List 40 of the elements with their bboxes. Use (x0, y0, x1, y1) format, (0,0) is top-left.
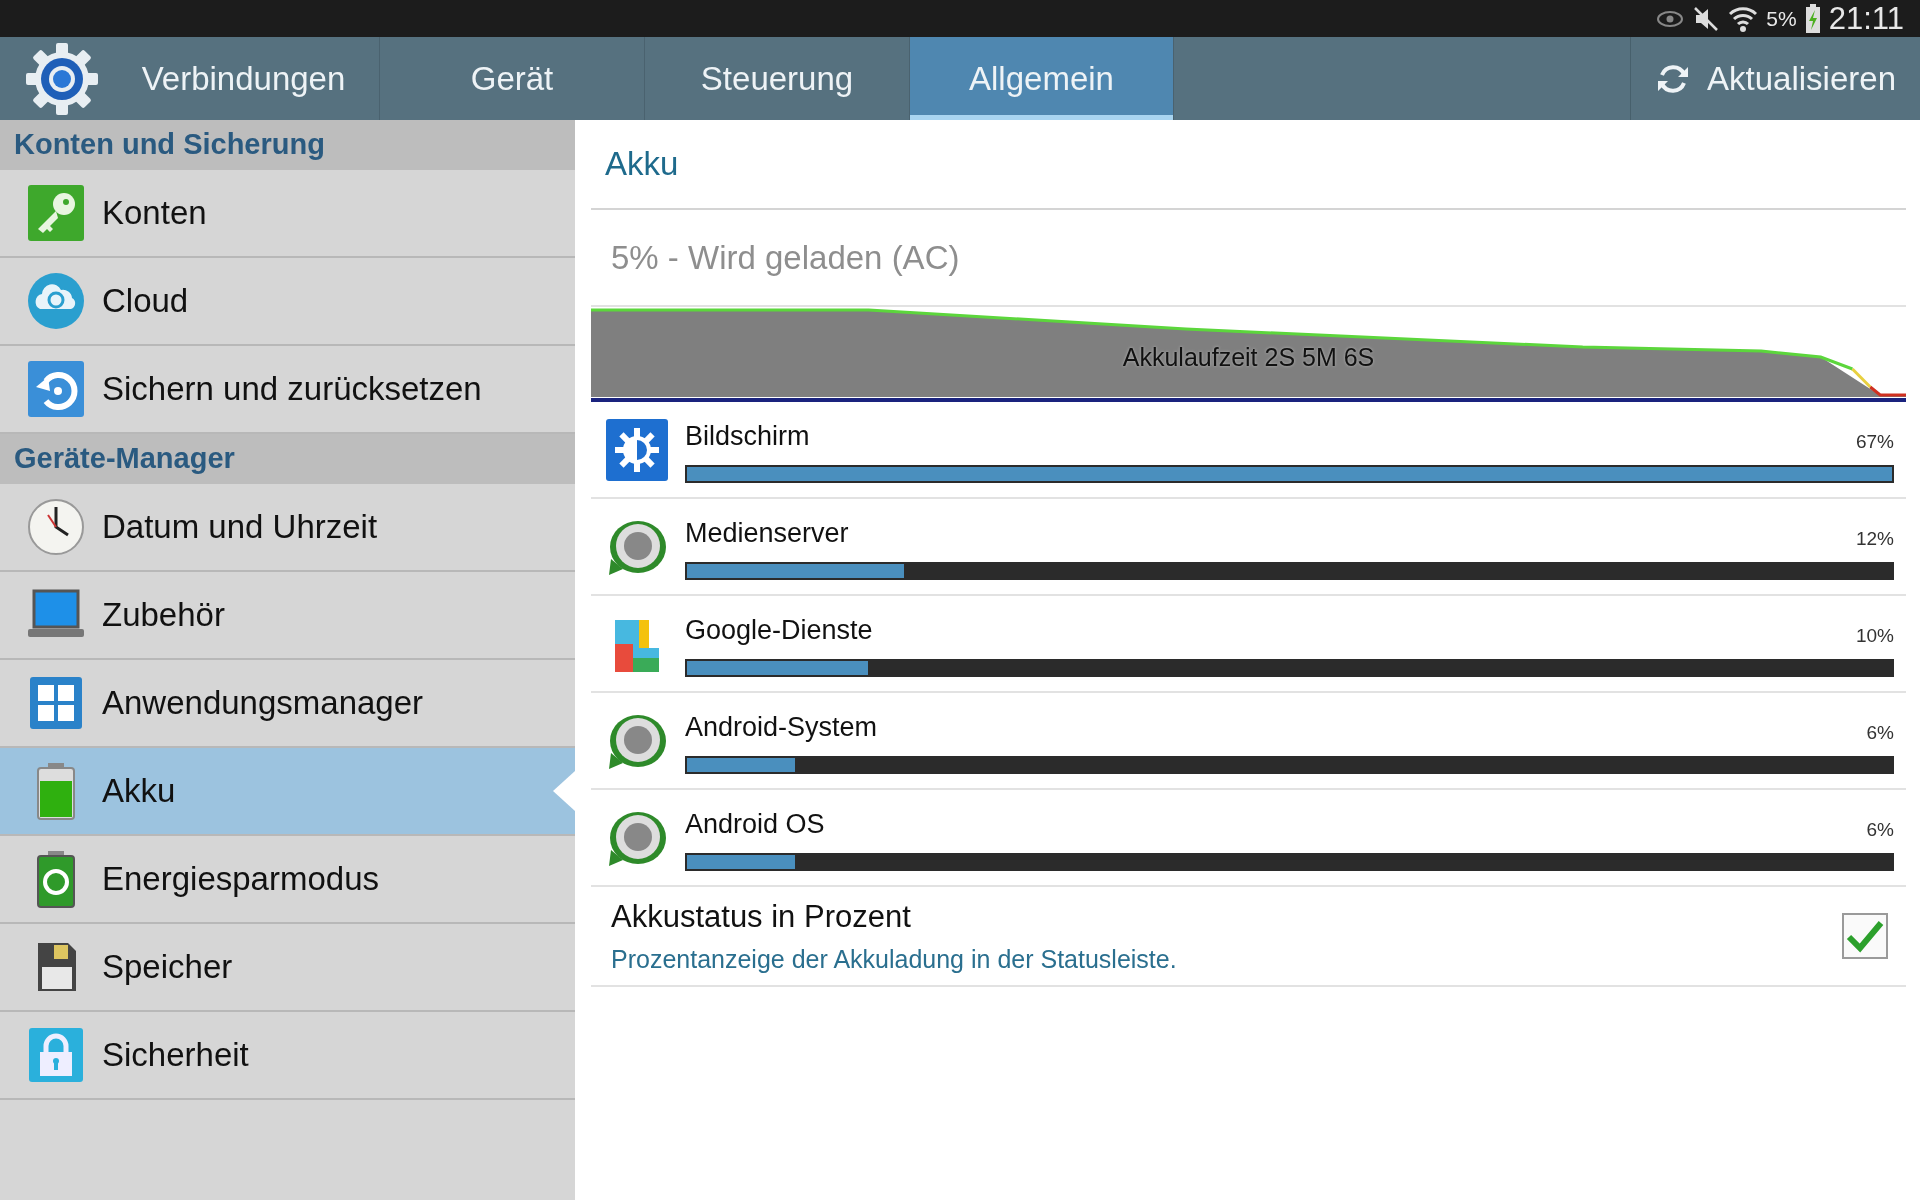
checkbox[interactable] (1842, 913, 1888, 959)
battery-percent: 5% (1766, 5, 1797, 32)
usage-percent: 10% (1855, 624, 1894, 649)
section-title: Geräte-Manager (14, 441, 235, 477)
key-icon (26, 183, 86, 243)
sidebar-item[interactable]: Akku (0, 748, 575, 836)
clock-time: 21:11 (1828, 3, 1904, 34)
sidebar-item[interactable]: Speicher (0, 924, 575, 1012)
sidebar-item[interactable]: Datum und Uhrzeit (0, 484, 575, 572)
app-name: Medienserver (685, 517, 849, 551)
app-name: Android OS (685, 808, 825, 842)
section-title: Konten und Sicherung (14, 127, 325, 163)
refresh-button[interactable]: Aktualisieren (1630, 37, 1920, 120)
usage-percent: 6% (1866, 818, 1894, 843)
gear-icon (605, 417, 669, 482)
usage-percent: 12% (1855, 527, 1894, 552)
clock-icon (26, 497, 86, 557)
usage-percent: 6% (1866, 721, 1894, 746)
cloud-icon (26, 271, 86, 331)
setting-description: Prozentanzeige der Akkuladung in der Statusleiste. (611, 943, 1177, 975)
battery-charging-icon (1804, 3, 1821, 34)
graph-label: Akkulaufzeit 2S 5M 6S (1122, 342, 1375, 373)
settings-app-icon (24, 40, 100, 117)
setting-title: Akkustatus in Prozent (611, 898, 912, 936)
wifi-icon (1728, 4, 1759, 33)
restore-icon (26, 359, 86, 419)
app-name: Bildschirm (685, 420, 810, 454)
selection-pointer (553, 771, 575, 811)
lock-icon (26, 1025, 86, 1085)
section-title: Akku (605, 144, 679, 185)
sidebar-item[interactable]: Sicherheit (0, 1012, 575, 1100)
eye-icon (1656, 8, 1685, 29)
battery-status: 5% - Wird geladen (AC) (611, 237, 960, 278)
sidebar-item[interactable]: Konten (0, 170, 575, 258)
usage-percent: 67% (1855, 430, 1894, 455)
sidebar-item[interactable]: Cloud (0, 258, 575, 346)
app-name: Google-Dienste (685, 614, 873, 648)
sidebar-item[interactable]: Energiesparmodus (0, 836, 575, 924)
sidebar-item[interactable]: Zubehör (0, 572, 575, 660)
app-name: Android-System (685, 711, 878, 745)
